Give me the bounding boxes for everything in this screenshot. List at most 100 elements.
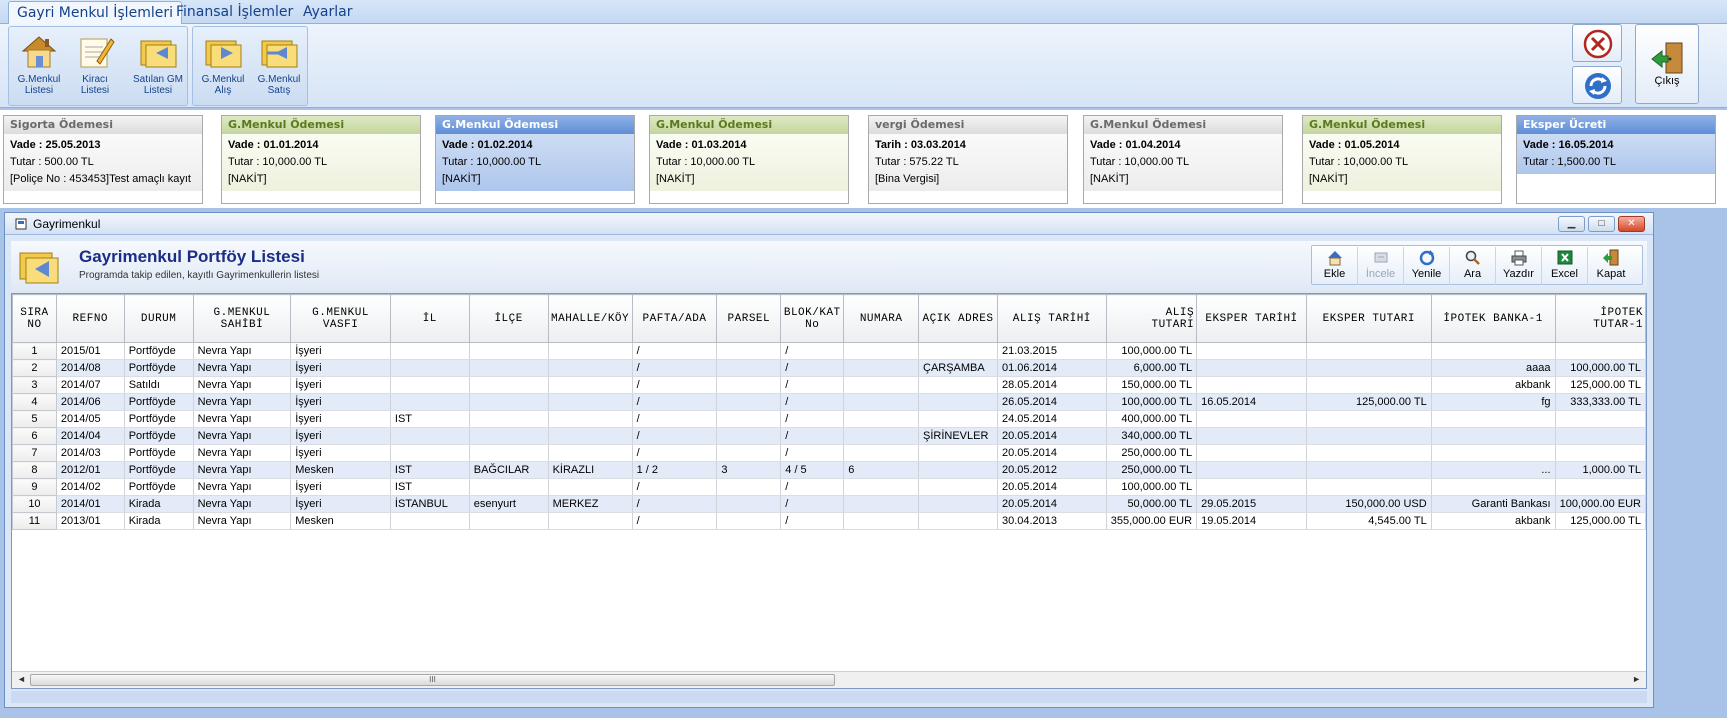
- table-cell[interactable]: Kirada: [124, 495, 194, 513]
- table-cell[interactable]: 01.06.2014: [997, 359, 1107, 377]
- horizontal-scrollbar[interactable]: ◄ III ►: [12, 671, 1646, 688]
- table-cell[interactable]: 250,000.00 TL: [1106, 461, 1198, 479]
- refresh-button[interactable]: [1572, 66, 1622, 104]
- table-cell[interactable]: [1306, 427, 1432, 445]
- table-cell[interactable]: BAĞCILAR: [469, 461, 549, 479]
- table-cell[interactable]: [843, 376, 919, 394]
- yazdir-button[interactable]: Yazdır: [1496, 247, 1542, 285]
- table-cell[interactable]: [548, 512, 633, 530]
- table-cell[interactable]: 16.05.2014: [1196, 393, 1307, 411]
- table-cell[interactable]: /: [632, 495, 718, 513]
- table-cell[interactable]: Kirada: [124, 512, 194, 530]
- table-row[interactable]: 2 2014/08 Portföyde Nevra Yapı İşyeri / / ÇARŞA…: [12, 359, 1646, 377]
- table-cell[interactable]: Nevra Yapı: [193, 342, 292, 360]
- table-cell[interactable]: [1431, 444, 1556, 462]
- table-cell[interactable]: 100,000.00 TL: [1106, 478, 1198, 496]
- table-cell[interactable]: [716, 427, 782, 445]
- row-number-cell[interactable]: 10: [12, 495, 57, 513]
- table-cell[interactable]: 2014/07: [56, 376, 125, 394]
- table-cell[interactable]: 6: [843, 461, 919, 479]
- table-cell[interactable]: [1431, 427, 1556, 445]
- row-number-cell[interactable]: 2: [12, 359, 57, 377]
- table-cell[interactable]: 30.04.2013: [997, 512, 1107, 530]
- table-cell[interactable]: [843, 495, 919, 513]
- table-cell[interactable]: [1431, 410, 1556, 428]
- scroll-right-icon[interactable]: ►: [1632, 674, 1641, 684]
- table-cell[interactable]: 50,000.00 TL: [1106, 495, 1198, 513]
- table-cell[interactable]: Portföyde: [124, 359, 194, 377]
- table-cell[interactable]: Portföyde: [124, 444, 194, 462]
- table-cell[interactable]: fg: [1431, 393, 1556, 411]
- table-cell[interactable]: IST: [390, 478, 470, 496]
- table-cell[interactable]: 2014/03: [56, 444, 125, 462]
- table-cell[interactable]: Nevra Yapı: [193, 461, 292, 479]
- table-cell[interactable]: /: [780, 359, 845, 377]
- table-cell[interactable]: Garanti Bankası: [1431, 495, 1556, 513]
- column-header-ipotek-tutar[interactable]: İPOTEK TUTAR-1: [1554, 294, 1646, 343]
- reminder-card[interactable]: G.Menkul Ödemesi Vade : 01.03.2014 Tutar…: [649, 115, 849, 204]
- table-cell[interactable]: 400,000.00 TL: [1106, 410, 1198, 428]
- table-cell[interactable]: 29.05.2015: [1196, 495, 1307, 513]
- row-number-cell[interactable]: 11: [12, 512, 57, 530]
- table-cell[interactable]: /: [632, 410, 718, 428]
- incele-button[interactable]: İncele: [1358, 247, 1404, 285]
- gmenkul-satis-button[interactable]: G.Menkul Satış: [253, 31, 305, 103]
- table-row[interactable]: 9 2014/02 Portföyde Nevra Yapı İşyeri IST / / 20…: [12, 478, 1646, 496]
- table-cell[interactable]: 21.03.2015: [997, 342, 1107, 360]
- table-cell[interactable]: [469, 342, 549, 360]
- row-number-cell[interactable]: 3: [12, 376, 57, 394]
- table-cell[interactable]: 125,000.00 TL: [1555, 376, 1646, 394]
- table-cell[interactable]: [716, 342, 782, 360]
- row-number-cell[interactable]: 5: [12, 410, 57, 428]
- table-cell[interactable]: [1306, 478, 1432, 496]
- reminder-card[interactable]: Eksper Ücreti Vade : 16.05.2014 Tutar : …: [1516, 115, 1716, 204]
- table-cell[interactable]: [469, 376, 549, 394]
- table-cell[interactable]: 20.05.2012: [997, 461, 1107, 479]
- satilan-gm-listesi-button[interactable]: Satılan GM Listesi: [129, 31, 187, 103]
- table-cell[interactable]: Nevra Yapı: [193, 410, 292, 428]
- table-cell[interactable]: [716, 478, 782, 496]
- scrollbar-thumb[interactable]: III: [30, 674, 835, 686]
- table-cell[interactable]: [918, 512, 998, 530]
- table-cell[interactable]: Portföyde: [124, 478, 194, 496]
- table-cell[interactable]: [843, 393, 919, 411]
- table-cell[interactable]: İSTANBUL: [390, 495, 470, 513]
- table-cell[interactable]: /: [780, 495, 845, 513]
- table-cell[interactable]: [1196, 444, 1307, 462]
- row-number-cell[interactable]: 4: [12, 393, 57, 411]
- table-cell[interactable]: [390, 376, 470, 394]
- table-cell[interactable]: [390, 393, 470, 411]
- table-cell[interactable]: İşyeri: [290, 495, 391, 513]
- table-cell[interactable]: 19.05.2014: [1196, 512, 1307, 530]
- gmenkul-listesi-button[interactable]: G.Menkul Listesi: [13, 31, 65, 103]
- table-cell[interactable]: /: [632, 359, 718, 377]
- table-cell[interactable]: İşyeri: [290, 410, 391, 428]
- table-row[interactable]: 11 2013/01 Kirada Nevra Yapı Mesken / / 30.04.2…: [12, 512, 1646, 530]
- table-cell[interactable]: 2014/05: [56, 410, 125, 428]
- table-cell[interactable]: 2014/06: [56, 393, 125, 411]
- table-cell[interactable]: /: [780, 444, 845, 462]
- table-cell[interactable]: 340,000.00 TL: [1106, 427, 1198, 445]
- column-header-refno[interactable]: REFNO: [55, 294, 125, 343]
- table-cell[interactable]: [716, 376, 782, 394]
- table-cell[interactable]: [1306, 376, 1432, 394]
- table-cell[interactable]: [1431, 478, 1556, 496]
- table-cell[interactable]: [918, 478, 998, 496]
- table-cell[interactable]: [1555, 478, 1646, 496]
- table-cell[interactable]: 125,000.00 TL: [1555, 512, 1646, 530]
- table-cell[interactable]: akbank: [1431, 376, 1556, 394]
- table-cell[interactable]: IST: [390, 461, 470, 479]
- table-cell[interactable]: akbank: [1431, 512, 1556, 530]
- table-cell[interactable]: [716, 495, 782, 513]
- table-cell[interactable]: 1 / 2: [632, 461, 718, 479]
- table-cell[interactable]: İşyeri: [290, 444, 391, 462]
- table-cell[interactable]: Nevra Yapı: [193, 495, 292, 513]
- table-cell[interactable]: [1431, 342, 1556, 360]
- minimize-button[interactable]: ▁: [1558, 216, 1585, 232]
- table-cell[interactable]: [1196, 427, 1307, 445]
- table-cell[interactable]: 125,000.00 TL: [1306, 393, 1432, 411]
- table-row[interactable]: 8 2012/01 Portföyde Nevra Yapı Mesken IST BAĞC…: [12, 461, 1646, 479]
- table-cell[interactable]: [1196, 461, 1307, 479]
- table-cell[interactable]: 333,333.00 TL: [1555, 393, 1646, 411]
- table-cell[interactable]: /: [632, 342, 718, 360]
